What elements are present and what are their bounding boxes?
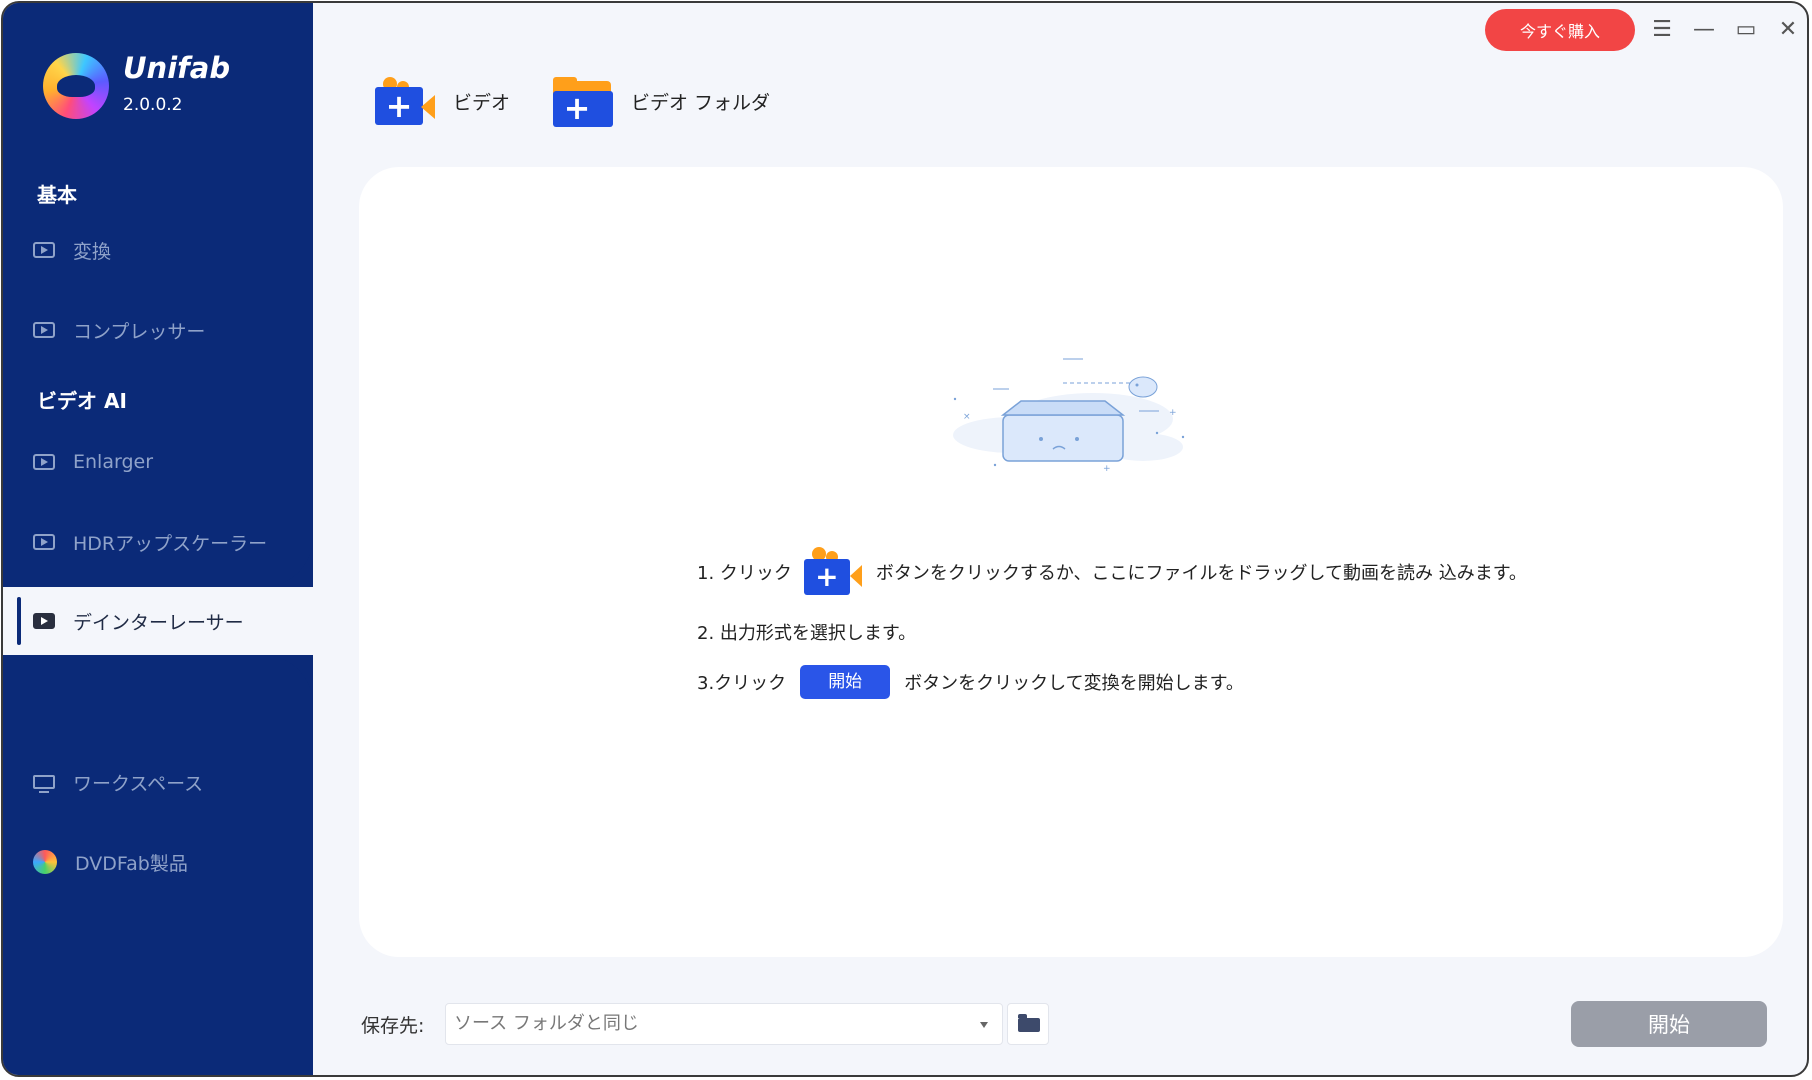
sidebar-item-label: Enlarger: [73, 451, 154, 473]
dvdfab-icon: [33, 850, 57, 874]
svg-text:×: ×: [963, 412, 971, 422]
sidebar-item-convert[interactable]: 変換: [33, 230, 111, 270]
sidebar-item-label: HDRアップスケーラー: [73, 532, 268, 555]
unifab-logo: [43, 53, 109, 119]
sidebar-item-label: ワークスペース: [73, 772, 204, 795]
app-name: Unifab: [123, 51, 231, 85]
section-basic: 基本: [37, 183, 77, 207]
step1-prefix: 1. クリック: [697, 563, 792, 584]
step1-suffix: ボタンをクリックするか、ここにファイルをドラッグして動画を読み 込みます。: [875, 563, 1527, 584]
sidebar: Unifab 2.0.0.2 基本 変換 コンプレッサー ビデオ AI Enla…: [3, 3, 313, 1075]
add-video-label: ビデオ: [453, 91, 511, 114]
start-button[interactable]: 開始: [1571, 1001, 1767, 1047]
sidebar-item-label: DVDFab製品: [75, 852, 188, 875]
sidebar-item-hdr-upscaler[interactable]: HDRアップスケーラー: [33, 522, 267, 562]
folder-icon: [1018, 1014, 1040, 1032]
monitor-icon: [33, 775, 55, 793]
compress-icon: [33, 322, 55, 338]
file-drop-area[interactable]: × + + 1. クリック + ボタンをクリックするか、ここにファイルをドラッグ…: [359, 167, 1783, 957]
minimize-icon[interactable]: —: [1689, 15, 1719, 45]
svg-text:+: +: [1103, 464, 1111, 474]
save-location-value: ソース フォルダと同じ: [454, 1013, 639, 1034]
add-folder-button[interactable]: + ビデオ フォルダ: [551, 71, 770, 131]
app-window: Unifab 2.0.0.2 基本 変換 コンプレッサー ビデオ AI Enla…: [1, 1, 1809, 1077]
inline-start-badge: 開始: [800, 665, 891, 699]
add-folder-label: ビデオ フォルダ: [631, 91, 771, 114]
sidebar-item-label: 変換: [73, 240, 112, 263]
sidebar-item-enlarger[interactable]: Enlarger: [33, 442, 153, 482]
hdr-icon: [33, 534, 55, 550]
sidebar-item-deinterlacer[interactable]: デインターレーサー: [33, 601, 244, 641]
section-video-ai: ビデオ AI: [37, 389, 127, 413]
enlarge-icon: [33, 454, 55, 470]
sidebar-item-label: デインターレーサー: [73, 611, 244, 634]
sidebar-item-label: コンプレッサー: [73, 320, 206, 343]
step3-suffix: ボタンをクリックして変換を開始します。: [904, 673, 1244, 694]
empty-box-illustration: × + +: [953, 358, 1185, 474]
save-location-select[interactable]: ソース フォルダと同じ: [445, 1003, 1003, 1045]
add-folder-icon: +: [551, 73, 617, 129]
buy-now-button[interactable]: 今すぐ購入: [1485, 9, 1635, 51]
deinterlace-icon: [33, 613, 55, 629]
sidebar-item-compressor[interactable]: コンプレッサー: [33, 310, 205, 350]
sidebar-item-workspace[interactable]: ワークスペース: [33, 762, 203, 802]
sidebar-item-dvdfab-products[interactable]: DVDFab製品: [33, 842, 188, 882]
step2-text: 2. 出力形式を選択します。: [697, 623, 917, 644]
svg-text:+: +: [1169, 408, 1177, 418]
video-play-icon: [33, 242, 55, 258]
instruction-step-2: 2. 出力形式を選択します。: [697, 619, 916, 645]
close-icon[interactable]: ✕: [1773, 15, 1803, 45]
app-version: 2.0.0.2: [123, 95, 183, 115]
add-video-icon: +: [803, 545, 864, 599]
maximize-icon[interactable]: ▭: [1731, 15, 1761, 45]
instruction-step-1: 1. クリック + ボタンをクリックするか、ここにファイルをドラッグして動画を読…: [697, 545, 1527, 599]
menu-icon[interactable]: ☰: [1647, 15, 1677, 45]
add-video-button[interactable]: + ビデオ: [373, 71, 510, 131]
instruction-step-3: 3.クリック 開始 ボタンをクリックして変換を開始します。: [697, 665, 1244, 699]
step3-prefix: 3.クリック: [697, 673, 787, 694]
save-location-label: 保存先:: [361, 1015, 425, 1037]
add-video-icon: +: [373, 73, 439, 129]
browse-folder-button[interactable]: [1007, 1003, 1049, 1045]
chevron-down-icon: [980, 1022, 988, 1028]
